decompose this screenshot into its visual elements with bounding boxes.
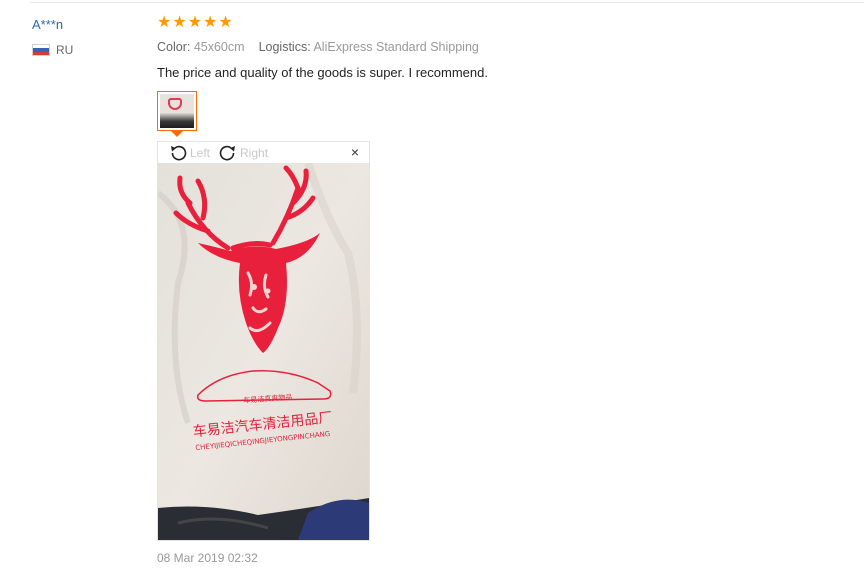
thumbnail-pointer <box>171 131 183 137</box>
color-value: 45x60cm <box>193 40 245 54</box>
logistics-label: Logistics: <box>258 40 311 54</box>
star-icon: ★ <box>187 14 203 31</box>
rotate-left-label: Left <box>190 145 211 160</box>
review-photo-thumbnail[interactable] <box>157 91 197 131</box>
rotate-right-label: Right <box>240 145 269 160</box>
logistics-info: Logistics: AliExpress Standard Shipping <box>259 40 479 54</box>
thumbnail-image <box>160 94 194 128</box>
review-meta: Color: 45x60cm Logistics: AliExpress Sta… <box>157 40 479 54</box>
star-icon: ★ <box>218 14 233 31</box>
logistics-value: AliExpress Standard Shipping <box>313 40 479 54</box>
review-text: The price and quality of the goods is su… <box>157 65 488 80</box>
close-icon[interactable]: × <box>351 144 359 160</box>
star-icon: ★ <box>157 14 172 31</box>
color-label: Color: <box>157 40 191 54</box>
star-icon: ★ <box>172 14 187 31</box>
reviewer-name: A***n <box>32 17 64 32</box>
review-date: 08 Mar 2019 02:32 <box>157 551 258 565</box>
rotate-right-button[interactable]: Right <box>218 144 268 162</box>
rotate-right-icon <box>219 145 236 160</box>
flag-ru-icon <box>32 44 50 56</box>
divider <box>30 2 864 3</box>
viewer-toolbar: Left Right × <box>158 142 369 163</box>
star-rating: ★ ★ ★ ★ ★ <box>157 14 233 32</box>
color-info: Color: 45x60cm <box>157 40 245 54</box>
review-photo-image: 车易洁真爽物品 车易洁汽车清洁用品厂 CHEYIJIEQICHEQINGJIEY… <box>158 163 369 540</box>
rotate-left-icon <box>171 145 187 160</box>
rotate-left-button[interactable]: Left <box>168 144 210 162</box>
image-viewer: Left Right × 车易洁真爽物品 车易洁汽车清洁用品厂 CHEYIJIE… <box>157 141 370 541</box>
country-code: RU <box>56 43 74 57</box>
star-icon: ★ <box>203 14 218 31</box>
reviewer-country: RU <box>32 43 73 57</box>
review-photo: 车易洁真爽物品 车易洁汽车清洁用品厂 CHEYIJIEQICHEQINGJIEY… <box>158 163 369 540</box>
